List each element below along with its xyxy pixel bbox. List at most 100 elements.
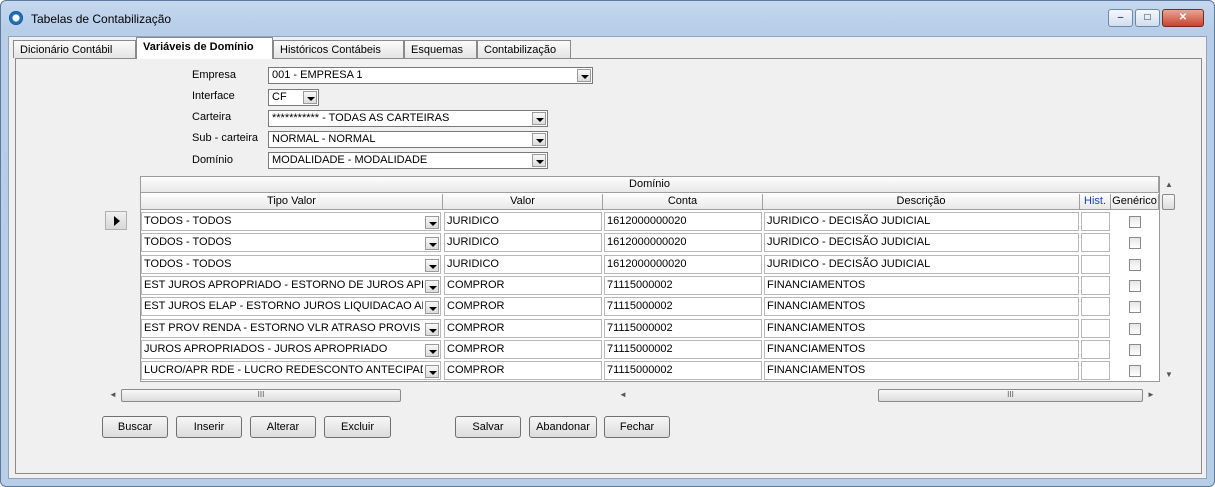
close-button[interactable]: ✕ <box>1162 9 1204 27</box>
conta-cell[interactable]: 1612000000020 <box>604 233 762 252</box>
subcarteira-combo[interactable]: NORMAL - NORMAL <box>268 131 548 148</box>
valor-cell[interactable]: COMPROR <box>444 361 602 380</box>
tipo-valor-combo[interactable]: EST JUROS APROPRIADO - ESTORNO DE JUROS … <box>141 276 441 295</box>
conta-cell[interactable]: 1612000000020 <box>604 255 762 274</box>
column-header-conta[interactable]: Conta <box>603 194 763 210</box>
tipo-valor-combo[interactable]: JUROS APROPRIADOS - JUROS APROPRIADO <box>141 340 441 359</box>
descricao-cell[interactable]: JURIDICO - DECISÃO JUDICIAL <box>764 255 1079 274</box>
hist-cell[interactable] <box>1081 319 1110 338</box>
tipo-valor-combo[interactable]: TODOS - TODOS <box>141 255 441 274</box>
descricao-cell[interactable]: FINANCIAMENTOS <box>764 361 1079 380</box>
generico-checkbox[interactable] <box>1129 280 1141 292</box>
excluir-button[interactable]: Excluir <box>324 416 391 438</box>
column-header-generico[interactable]: Genérico <box>1111 194 1159 210</box>
scroll-left-icon[interactable]: ◄ <box>619 390 627 399</box>
generico-checkbox[interactable] <box>1129 323 1141 335</box>
dominio-grid[interactable]: Domínio Tipo Valor Valor Conta Descrição… <box>140 176 1160 382</box>
conta-cell[interactable]: 1612000000020 <box>604 212 762 231</box>
dominio-combo[interactable]: MODALIDADE - MODALIDADE <box>268 152 548 169</box>
alterar-button[interactable]: Alterar <box>250 416 316 438</box>
chevron-down-icon[interactable] <box>425 365 439 378</box>
valor-cell[interactable]: COMPROR <box>444 276 602 295</box>
chevron-down-icon[interactable] <box>425 216 439 229</box>
descricao-cell[interactable]: FINANCIAMENTOS <box>764 340 1079 359</box>
valor-cell[interactable]: COMPROR <box>444 319 602 338</box>
valor-cell[interactable]: JURIDICO <box>444 233 602 252</box>
generico-checkbox[interactable] <box>1129 216 1141 228</box>
hist-cell[interactable] <box>1081 340 1110 359</box>
inserir-button[interactable]: Inserir <box>176 416 242 438</box>
descricao-cell[interactable]: FINANCIAMENTOS <box>764 276 1079 295</box>
valor-cell[interactable]: JURIDICO <box>444 255 602 274</box>
scroll-up-icon[interactable]: ▲ <box>1165 180 1173 189</box>
generico-checkbox[interactable] <box>1129 344 1141 356</box>
grid-horizontal-scrollbar-left[interactable]: ◄ III <box>105 388 615 403</box>
maximize-button[interactable]: □ <box>1135 9 1160 27</box>
horizontal-scroll-thumb-right[interactable]: III <box>878 389 1143 402</box>
tab-variaveis-dominio[interactable]: Variáveis de Domínio <box>136 37 273 59</box>
chevron-down-icon[interactable] <box>532 112 546 125</box>
carteira-combo[interactable]: *********** - TODAS AS CARTEIRAS <box>268 110 548 127</box>
tab-contabilizacao[interactable]: Contabilização <box>477 40 571 58</box>
column-header-hist[interactable]: Hist. <box>1080 194 1111 210</box>
chevron-down-icon[interactable] <box>425 323 439 336</box>
buscar-button[interactable]: Buscar <box>102 416 168 438</box>
chevron-down-icon[interactable] <box>577 69 591 82</box>
chevron-down-icon[interactable] <box>425 301 439 314</box>
tipo-valor-combo[interactable]: EST JUROS ELAP - ESTORNO JUROS LIQUIDACA… <box>141 297 441 316</box>
hist-cell[interactable] <box>1081 361 1110 380</box>
interface-combo[interactable]: CF <box>268 89 319 106</box>
conta-cell[interactable]: 71115000002 <box>604 340 762 359</box>
vertical-scroll-thumb[interactable] <box>1162 194 1175 210</box>
scroll-right-icon[interactable]: ► <box>1147 390 1155 399</box>
hist-cell[interactable] <box>1081 255 1110 274</box>
hist-cell[interactable] <box>1081 233 1110 252</box>
grid-vertical-scrollbar[interactable]: ▲ ▼ <box>1160 176 1177 382</box>
chevron-down-icon[interactable] <box>425 280 439 293</box>
descricao-cell[interactable]: FINANCIAMENTOS <box>764 297 1079 316</box>
chevron-down-icon[interactable] <box>425 259 439 272</box>
tab-historicos-contabeis[interactable]: Históricos Contábeis <box>273 40 404 58</box>
generico-checkbox[interactable] <box>1129 237 1141 249</box>
conta-cell[interactable]: 71115000002 <box>604 319 762 338</box>
tipo-valor-combo[interactable]: LUCRO/APR RDE - LUCRO REDESCONTO ANTECIP… <box>141 361 441 380</box>
chevron-down-icon[interactable] <box>532 154 546 167</box>
fechar-button[interactable]: Fechar <box>604 416 670 438</box>
scroll-left-icon[interactable]: ◄ <box>109 390 117 399</box>
valor-cell[interactable]: COMPROR <box>444 340 602 359</box>
conta-cell[interactable]: 71115000002 <box>604 361 762 380</box>
empresa-combo[interactable]: 001 - EMPRESA 1 <box>268 67 593 84</box>
grid-horizontal-scrollbar-right[interactable]: ◄ III ► <box>615 388 1160 403</box>
abandonar-button[interactable]: Abandonar <box>529 416 597 438</box>
chevron-down-icon[interactable] <box>532 133 546 146</box>
descricao-cell[interactable]: FINANCIAMENTOS <box>764 319 1079 338</box>
tipo-valor-combo[interactable]: EST PROV RENDA - ESTORNO VLR ATRASO PROV… <box>141 319 441 338</box>
generico-checkbox[interactable] <box>1129 259 1141 271</box>
hist-cell[interactable] <box>1081 297 1110 316</box>
hist-cell[interactable] <box>1081 212 1110 231</box>
title-bar[interactable]: Tabelas de Contabilização – □ ✕ <box>1 1 1214 35</box>
column-header-valor[interactable]: Valor <box>443 194 603 210</box>
hist-cell[interactable] <box>1081 276 1110 295</box>
tipo-valor-combo[interactable]: TODOS - TODOS <box>141 233 441 252</box>
conta-cell[interactable]: 71115000002 <box>604 297 762 316</box>
valor-cell[interactable]: COMPROR <box>444 297 602 316</box>
salvar-button[interactable]: Salvar <box>455 416 521 438</box>
generico-checkbox[interactable] <box>1129 365 1141 377</box>
chevron-down-icon[interactable] <box>425 237 439 250</box>
tab-dicionario-contabil[interactable]: Dicionário Contábil <box>13 40 136 58</box>
column-header-descricao[interactable]: Descrição <box>763 194 1080 210</box>
minimize-button[interactable]: – <box>1108 9 1133 27</box>
valor-cell[interactable]: JURIDICO <box>444 212 602 231</box>
horizontal-scroll-thumb-left[interactable]: III <box>121 389 401 402</box>
conta-cell[interactable]: 71115000002 <box>604 276 762 295</box>
chevron-down-icon[interactable] <box>425 344 439 357</box>
scroll-down-icon[interactable]: ▼ <box>1165 370 1173 379</box>
tab-esquemas[interactable]: Esquemas <box>404 40 477 58</box>
tipo-valor-combo[interactable]: TODOS - TODOS <box>141 212 441 231</box>
column-header-tipo-valor[interactable]: Tipo Valor <box>141 194 443 210</box>
generico-checkbox[interactable] <box>1129 301 1141 313</box>
chevron-down-icon[interactable] <box>303 91 317 104</box>
descricao-cell[interactable]: JURIDICO - DECISÃO JUDICIAL <box>764 212 1079 231</box>
descricao-cell[interactable]: JURIDICO - DECISÃO JUDICIAL <box>764 233 1079 252</box>
